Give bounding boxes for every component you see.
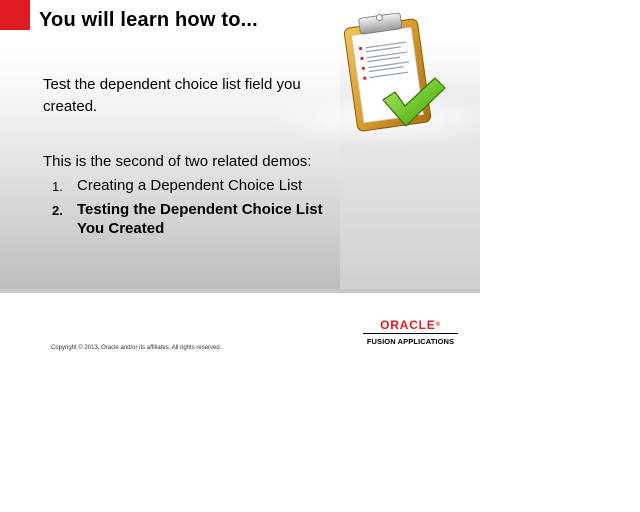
copyright-notice: Copyright © 2013, Oracle and/or its affi… [51,345,222,351]
product-name: FUSION APPLICATIONS [366,337,455,346]
brand-name: ORACLE [380,318,436,332]
demo-label: Testing the Dependent Choice List You Cr… [77,201,323,237]
demo-list: 1. Creating a Dependent Choice List 2. T… [52,176,352,243]
related-demos-intro: This is the second of two related demos: [43,153,312,170]
registered-mark: ® [435,322,441,328]
title-accent-bar [0,0,30,30]
slide-panel: You will learn how to... Test the depend… [0,0,480,300]
demo-list-item-1: 1. Creating a Dependent Choice List [52,176,352,195]
oracle-wordmark: ORACLE® [363,318,458,332]
clipboard-checkmark-icon [343,12,446,132]
learning-objective-text: Test the dependent choice list field you… [43,76,301,115]
slide-title: You will learn how to... [39,9,258,31]
demo-number: 1. [52,179,63,194]
demo-number: 2. [52,203,63,218]
logo-divider [363,333,458,334]
demo-intro-slide: You will learn how to... Test the depend… [0,0,640,512]
demo-label: Creating a Dependent Choice List [77,177,303,194]
demo-list-item-2-current: 2. Testing the Dependent Choice List You… [52,200,352,238]
oracle-fusion-logo: ORACLE® FUSION APPLICATIONS [363,318,458,346]
